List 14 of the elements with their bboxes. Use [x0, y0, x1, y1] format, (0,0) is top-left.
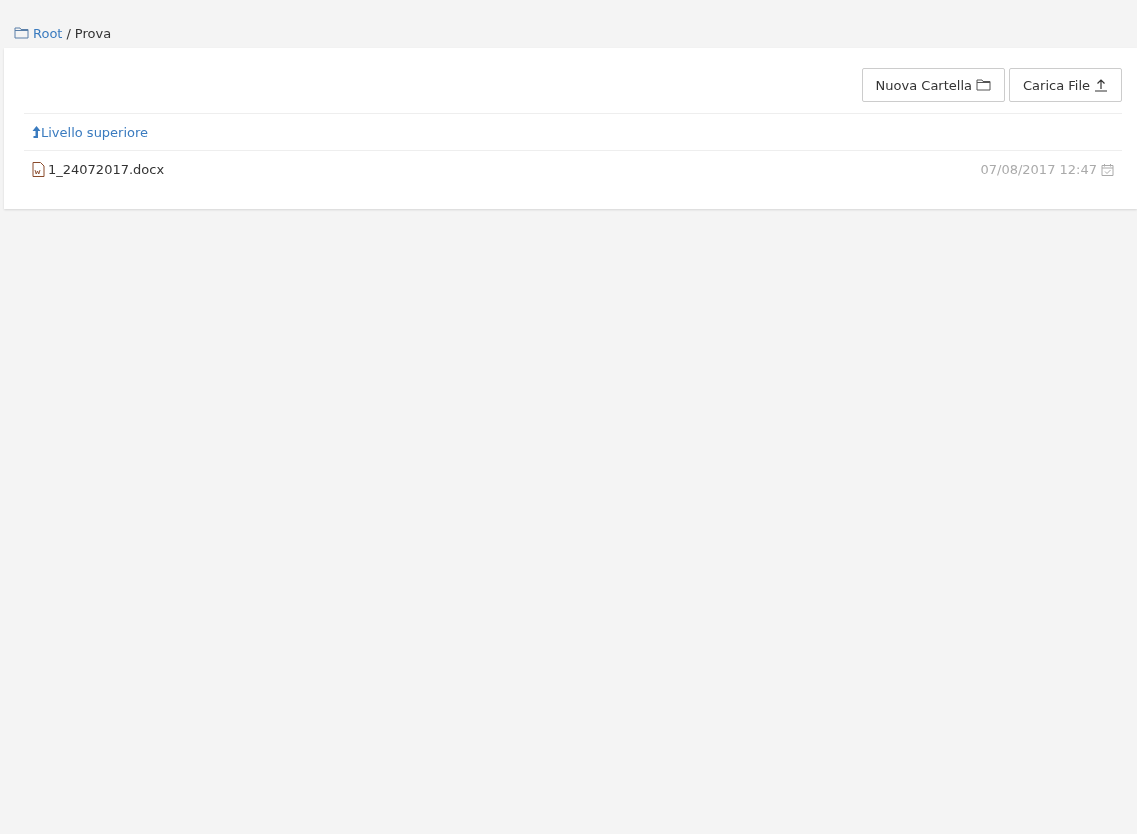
word-file-icon: [32, 161, 45, 177]
up-arrow-icon: [32, 126, 41, 138]
folder-icon: [976, 79, 991, 91]
upload-icon: [1094, 78, 1108, 92]
breadcrumb-link[interactable]: Root: [33, 25, 63, 41]
file-name[interactable]: 1_24072017.docx: [48, 161, 165, 177]
folder-icon: [14, 27, 29, 39]
new-folder-button[interactable]: Nuova Cartella: [861, 68, 1005, 102]
breadcrumb-separator: /: [66, 25, 71, 41]
file-date: 07/08/2017 12:47: [980, 161, 1097, 177]
upload-button[interactable]: Carica File: [1009, 68, 1122, 102]
breadcrumb-current: Prova: [74, 25, 112, 41]
parent-folder-link[interactable]: Livello superiore: [41, 124, 149, 140]
calendar-check-icon: [1101, 162, 1114, 176]
